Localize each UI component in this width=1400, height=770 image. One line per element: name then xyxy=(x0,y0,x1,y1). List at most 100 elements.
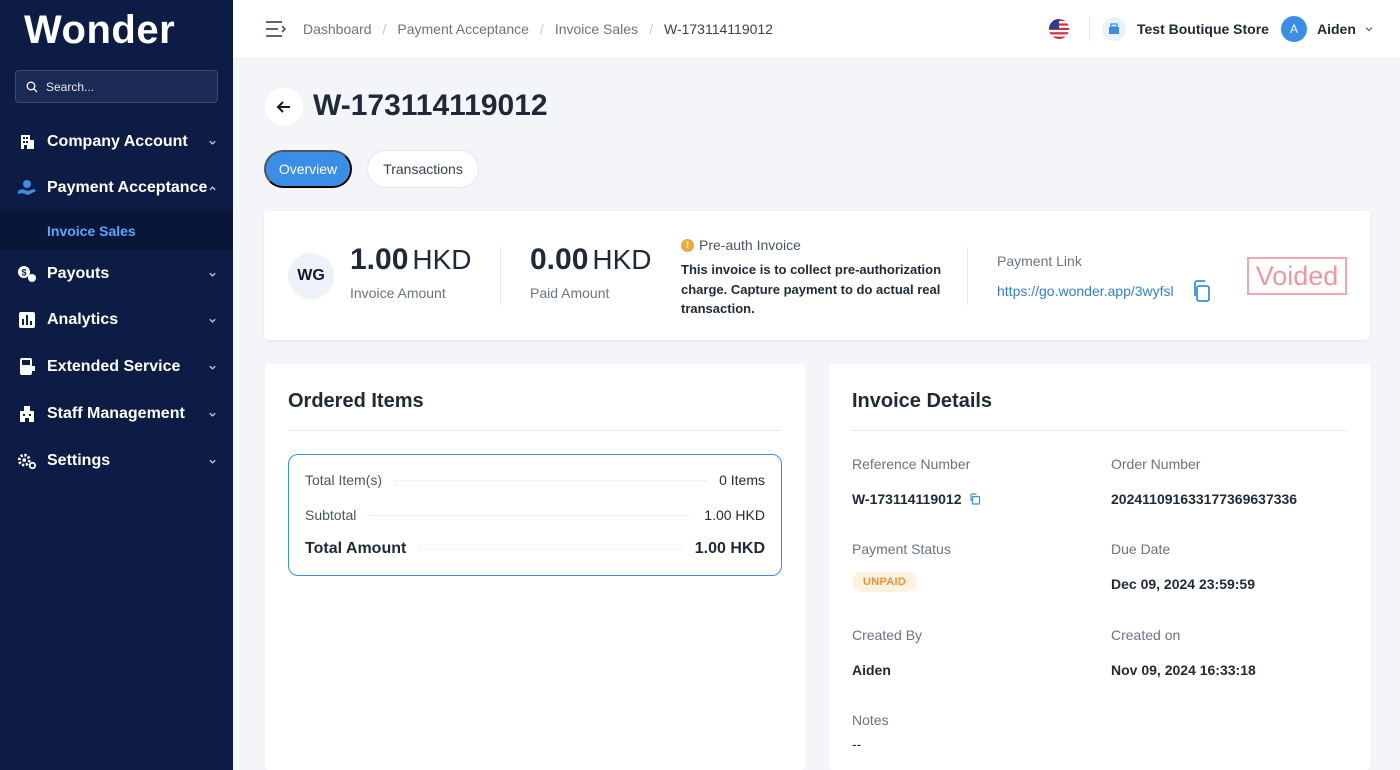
svg-text:$: $ xyxy=(21,268,26,278)
search-box[interactable] xyxy=(15,70,218,103)
leader-dots xyxy=(418,548,683,550)
copy-icon[interactable] xyxy=(969,493,981,505)
terminal-icon xyxy=(17,357,37,377)
info-icon: ! xyxy=(681,238,694,252)
total-items-value: 0 Items xyxy=(719,472,765,488)
us-flag-icon[interactable] xyxy=(1049,19,1069,39)
tab-overview[interactable]: Overview xyxy=(264,150,352,188)
sidebar-item-label: Extended Service xyxy=(47,358,181,375)
sidebar-item-label: Company Account xyxy=(47,133,188,150)
sidebar-item-settings[interactable]: Settings xyxy=(0,441,233,481)
back-button[interactable] xyxy=(265,88,303,126)
subtotal-value: 1.00 HKD xyxy=(704,507,765,523)
preauth-title: Pre-auth Invoice xyxy=(699,237,801,253)
top-bar: Dashboard / Payment Acceptance / Invoice… xyxy=(233,0,1400,59)
sidebar-subitem-invoice-sales[interactable]: Invoice Sales xyxy=(0,212,233,250)
payment-link: Payment Link https://go.wonder.app/3wyfs… xyxy=(997,253,1212,302)
user-menu[interactable]: A Aiden xyxy=(1281,16,1374,42)
created-on-label: Created on xyxy=(1111,627,1181,643)
chevron-down-icon xyxy=(209,140,216,145)
breadcrumb-separator: / xyxy=(382,21,387,37)
invoice-summary-card: WG 1.00 HKD Invoice Amount 0.00 HKD Paid A… xyxy=(264,211,1370,340)
payment-status-label: Payment Status xyxy=(852,541,951,557)
invoice-details-title: Invoice Details xyxy=(852,390,993,412)
breadcrumb-separator: / xyxy=(649,21,653,37)
payment-link-label: Payment Link xyxy=(997,253,1082,269)
sidebar-item-label: Analytics xyxy=(47,311,119,328)
order-number-field: Order Number 202411091633177369637336 xyxy=(1111,456,1297,507)
sidebar-item-staff-management[interactable]: Staff Management xyxy=(0,394,233,434)
user-name: Aiden xyxy=(1317,21,1356,37)
hand-coin-icon xyxy=(17,178,37,198)
invoice-amount: 1.00 HKD Invoice Amount xyxy=(350,243,472,301)
total-amount-row: Total Amount 1.00 HKD xyxy=(305,540,765,558)
search-input[interactable] xyxy=(46,79,206,94)
preauth-text: This invoice is to collect pre-authoriza… xyxy=(681,262,942,316)
gear-icon xyxy=(17,451,37,471)
store-selector[interactable]: Test Boutique Store xyxy=(1102,17,1269,41)
sidebar-item-payment-acceptance[interactable]: Payment Acceptance xyxy=(0,168,233,208)
payment-link-url[interactable]: https://go.wonder.app/3wyfsl xyxy=(997,283,1174,299)
building-icon xyxy=(17,132,37,152)
store-name: Test Boutique Store xyxy=(1137,21,1269,37)
payouts-icon: $ xyxy=(17,264,37,284)
order-totals-box: Total Item(s) 0 Items Subtotal 1.00 HKD … xyxy=(288,454,782,576)
leader-dots xyxy=(368,514,693,516)
due-date-value: Dec 09, 2024 23:59:59 xyxy=(1111,576,1255,592)
sidebar: Wonder Company Account Payment Acceptanc… xyxy=(0,0,233,770)
reference-number-value: W-173114119012 xyxy=(852,491,962,507)
sidebar-item-label: Staff Management xyxy=(47,405,185,422)
created-on-value: Nov 09, 2024 16:33:18 xyxy=(1111,662,1256,678)
sidebar-item-label: Payouts xyxy=(47,265,110,282)
created-by-field: Created By Aiden xyxy=(852,627,922,678)
due-date-field: Due Date Dec 09, 2024 23:59:59 xyxy=(1111,541,1255,592)
chevron-down-icon xyxy=(209,365,216,370)
notes-value: -- xyxy=(852,736,862,752)
tab-transactions[interactable]: Transactions xyxy=(367,150,479,188)
page-title: W-173114119012 xyxy=(313,89,548,122)
order-number-label: Order Number xyxy=(1111,456,1201,472)
payment-status-field: Payment Status UNPAID xyxy=(852,541,951,592)
chevron-down-icon xyxy=(209,459,216,464)
merchant-avatar: WG xyxy=(288,253,334,299)
paid-amount-value: 0.00 xyxy=(530,243,589,276)
copy-icon[interactable] xyxy=(1192,280,1212,302)
preauth-notice: ! Pre-auth Invoice This invoice is to col… xyxy=(681,237,951,319)
divider xyxy=(288,430,782,431)
status-stamp: Voided xyxy=(1247,257,1347,295)
arrow-left-icon xyxy=(276,101,290,113)
staff-icon xyxy=(17,404,37,424)
sidebar-item-extended-service[interactable]: Extended Service xyxy=(0,347,233,387)
reference-number-field: Reference Number W-173114119012 xyxy=(852,456,981,507)
paid-amount: 0.00 HKD Paid Amount xyxy=(530,243,652,301)
chevron-down-icon xyxy=(209,272,216,277)
breadcrumb-current: W-173114119012 xyxy=(663,21,773,37)
breadcrumb: Dashboard / Payment Acceptance / Invoice… xyxy=(303,21,773,37)
paid-amount-caption: Paid Amount xyxy=(530,285,610,301)
sidebar-item-analytics[interactable]: Analytics xyxy=(0,300,233,340)
ordered-items-title: Ordered Items xyxy=(288,390,424,412)
created-by-label: Created By xyxy=(852,627,923,643)
notes-field: Notes -- xyxy=(852,712,889,752)
created-by-value: Aiden xyxy=(852,662,891,678)
invoice-amount-currency: HKD xyxy=(412,244,472,275)
divider xyxy=(967,247,968,305)
ordered-items-card: Ordered Items Total Item(s) 0 Items Subt… xyxy=(265,364,805,770)
leader-dots xyxy=(394,479,708,481)
bar-chart-icon xyxy=(17,310,37,330)
sidebar-item-payouts[interactable]: $ Payouts xyxy=(0,254,233,294)
total-amount-value: 1.00 HKD xyxy=(694,540,765,557)
invoice-amount-value: 1.00 xyxy=(350,243,409,276)
divider xyxy=(1089,17,1090,41)
invoice-amount-caption: Invoice Amount xyxy=(350,285,446,301)
breadcrumb-payment-acceptance[interactable]: Payment Acceptance xyxy=(397,21,529,37)
avatar: A xyxy=(1281,16,1307,42)
sidebar-item-company-account[interactable]: Company Account xyxy=(0,122,233,162)
chevron-down-icon xyxy=(1365,27,1373,32)
breadcrumb-invoice-sales[interactable]: Invoice Sales xyxy=(555,21,638,37)
breadcrumb-dashboard[interactable]: Dashboard xyxy=(303,21,372,37)
menu-toggle-icon[interactable] xyxy=(265,18,287,40)
total-items-row: Total Item(s) 0 Items xyxy=(305,472,765,488)
store-icon xyxy=(1102,17,1126,41)
logo[interactable]: Wonder xyxy=(24,8,175,53)
